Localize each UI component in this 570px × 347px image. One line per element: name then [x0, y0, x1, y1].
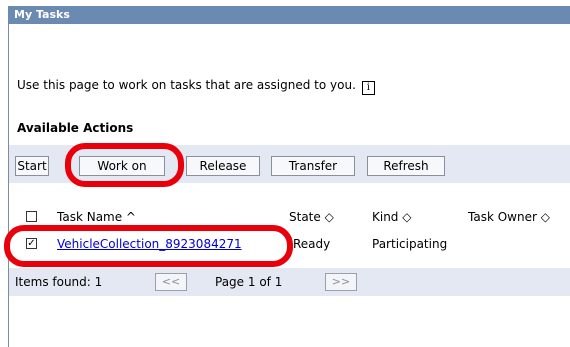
work-on-button[interactable]: Work on	[79, 156, 165, 176]
release-button[interactable]: Release	[186, 156, 260, 176]
task-kind: Participating	[372, 237, 448, 251]
info-icon[interactable]: i	[361, 81, 375, 95]
page-indicator: Page 1 of 1	[215, 275, 283, 289]
row-checkbox[interactable]: ✓	[26, 238, 37, 249]
column-state[interactable]: State ◇	[289, 210, 334, 224]
available-actions-heading: Available Actions	[17, 121, 134, 135]
task-name-link[interactable]: VehicleCollection_8923084271	[57, 237, 242, 251]
start-button[interactable]: Start	[15, 156, 49, 176]
intro-line: Use this page to work on tasks that are …	[17, 78, 375, 95]
action-toolbar: Start Work on Release Transfer Refresh	[9, 145, 570, 183]
select-all-checkbox[interactable]	[26, 211, 37, 222]
column-task-owner[interactable]: Task Owner ◇	[468, 210, 550, 224]
column-kind[interactable]: Kind ◇	[372, 210, 411, 224]
task-state: Ready	[293, 237, 331, 251]
column-task-name[interactable]: Task Name ^	[57, 210, 136, 224]
next-page-button[interactable]: >>	[325, 273, 357, 291]
task-table-header: Task Name ^ State ◇ Kind ◇ Task Owner ◇	[9, 207, 570, 229]
portlet-frame: My Tasks Use this page to work on tasks …	[0, 0, 570, 347]
transfer-button[interactable]: Transfer	[271, 156, 355, 176]
items-found-label: Items found: 1	[15, 275, 103, 289]
refresh-button[interactable]: Refresh	[367, 156, 445, 176]
pager-bar: Items found: 1 << Page 1 of 1 >>	[9, 268, 570, 296]
table-row: ✓ VehicleCollection_8923084271 Ready Par…	[9, 232, 570, 256]
portlet-title: My Tasks	[8, 6, 570, 24]
intro-text: Use this page to work on tasks that are …	[17, 78, 356, 92]
previous-page-button[interactable]: <<	[155, 273, 187, 291]
